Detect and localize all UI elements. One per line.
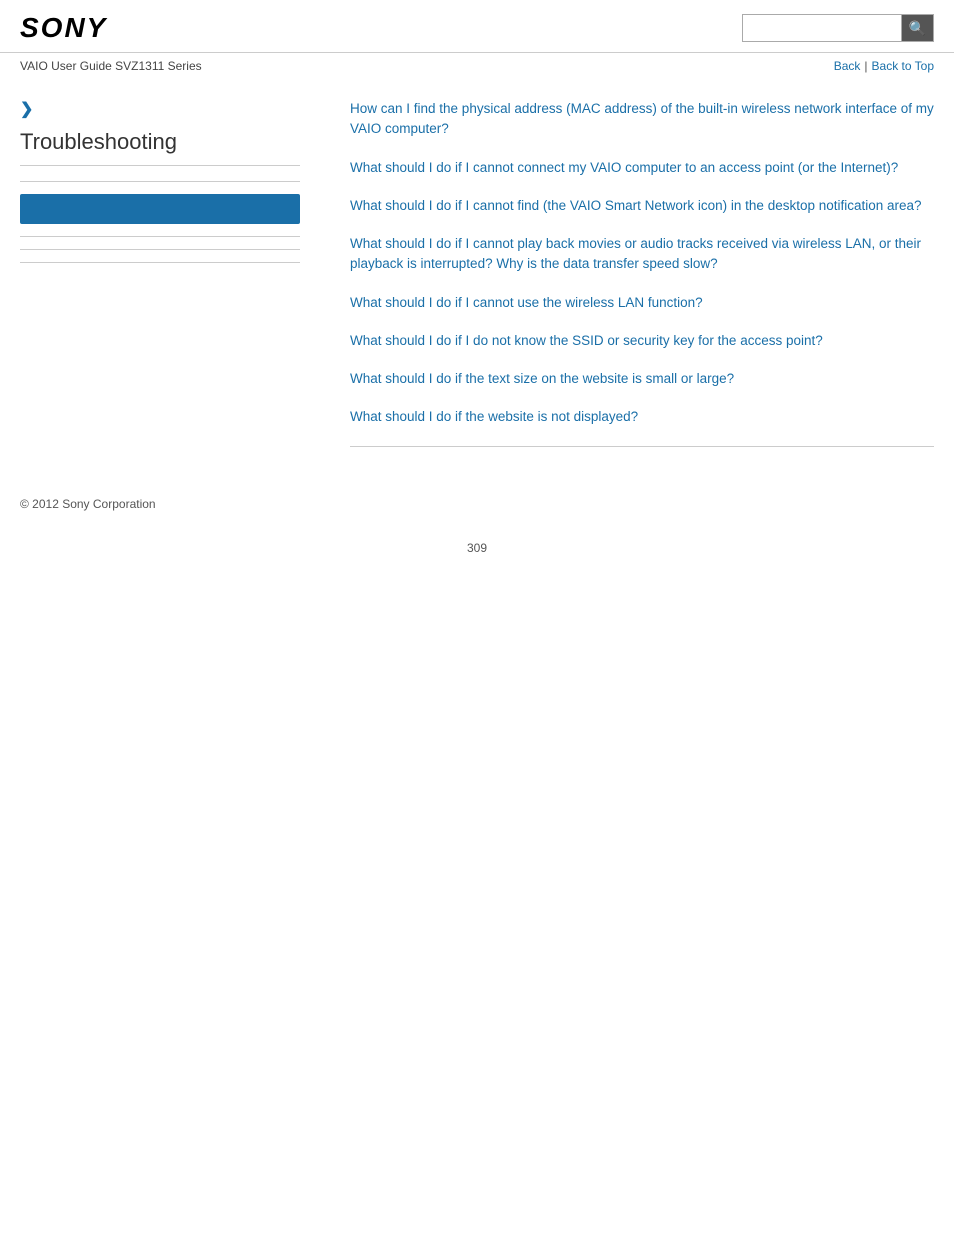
- content-link[interactable]: What should I do if I cannot play back m…: [350, 234, 934, 275]
- search-button[interactable]: 🔍: [902, 14, 934, 42]
- sidebar-chevron-icon[interactable]: ❯: [20, 99, 300, 119]
- sidebar-section-title: Troubleshooting: [20, 129, 300, 166]
- footer: © 2012 Sony Corporation: [0, 477, 954, 521]
- content-link[interactable]: How can I find the physical address (MAC…: [350, 99, 934, 140]
- sidebar-divider-4: [20, 262, 300, 263]
- content-link[interactable]: What should I do if I do not know the SS…: [350, 331, 934, 351]
- page-number: 309: [0, 521, 954, 575]
- search-box: 🔍: [742, 14, 934, 42]
- content-link[interactable]: What should I do if the text size on the…: [350, 369, 934, 389]
- back-to-top-link[interactable]: Back to Top: [872, 59, 934, 73]
- sidebar-divider-1: [20, 181, 300, 182]
- sidebar: ❯ Troubleshooting: [20, 99, 320, 447]
- sony-logo: SONY: [20, 12, 107, 44]
- guide-title: VAIO User Guide SVZ1311 Series: [20, 59, 202, 73]
- main-content: ❯ Troubleshooting How can I find the phy…: [0, 79, 954, 477]
- search-input[interactable]: [742, 14, 902, 42]
- copyright-text: © 2012 Sony Corporation: [20, 497, 156, 511]
- content-divider: [350, 446, 934, 447]
- content-link[interactable]: What should I do if I cannot connect my …: [350, 158, 934, 178]
- content-link[interactable]: What should I do if I cannot find (the V…: [350, 196, 934, 216]
- nav-separator: |: [864, 59, 867, 73]
- sidebar-divider-2: [20, 236, 300, 237]
- back-link[interactable]: Back: [834, 59, 861, 73]
- search-icon: 🔍: [909, 20, 926, 37]
- content-link[interactable]: What should I do if the website is not d…: [350, 407, 934, 427]
- content-link[interactable]: What should I do if I cannot use the wir…: [350, 293, 934, 313]
- nav-links: Back | Back to Top: [834, 59, 934, 73]
- page-header: SONY 🔍: [0, 0, 954, 53]
- content-area: How can I find the physical address (MAC…: [320, 99, 934, 447]
- sidebar-divider-3: [20, 249, 300, 250]
- nav-bar: VAIO User Guide SVZ1311 Series Back | Ba…: [0, 53, 954, 79]
- sidebar-active-item[interactable]: [20, 194, 300, 224]
